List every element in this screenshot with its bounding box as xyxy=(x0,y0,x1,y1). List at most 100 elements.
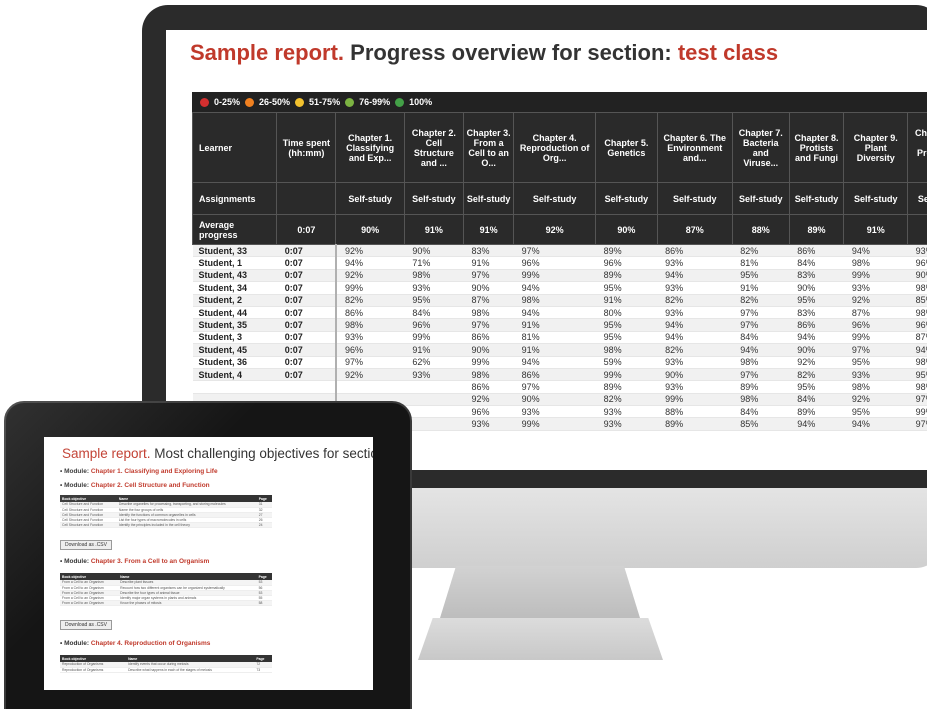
module-link[interactable]: Chapter 1. Classifying and Exploring Lif… xyxy=(91,468,218,475)
table-cell: Describe what happens in each of the sta… xyxy=(126,667,255,673)
legend-dot-icon xyxy=(395,97,405,107)
progress-cell: 93% xyxy=(657,256,733,270)
progress-cell: 97% xyxy=(732,368,790,382)
learner-name: Student, 3 xyxy=(192,331,277,345)
table-cell: Know the phases of mitosis xyxy=(118,600,257,606)
download-csv-button[interactable]: Download as .CSV xyxy=(60,540,112,550)
progress-cell: 90% xyxy=(789,343,844,357)
progress-cell: 95% xyxy=(843,405,908,419)
progress-cell: 86% xyxy=(463,380,514,394)
module-link[interactable]: Chapter 4. Reproduction of Organisms xyxy=(91,640,211,647)
progress-cell: 84% xyxy=(732,405,790,419)
progress-cell: 97% xyxy=(463,318,514,332)
table-row: Student, 35 0:07 98% 96% 97% 91% 95% 94% 97% 86% 9… xyxy=(192,318,927,332)
progress-cell: 84% xyxy=(789,256,844,270)
progress-cell: 94% xyxy=(657,318,733,332)
table-row: Cell Structure and Function Identify the … xyxy=(60,522,272,528)
table-cell: 24 xyxy=(256,522,272,528)
column-header-learner: Learner xyxy=(191,112,278,183)
table-cell: Reproduction of Organisms xyxy=(60,667,127,673)
progress-cell: 93% xyxy=(595,405,658,419)
objectives-table: Book objective Name Page Cell Structure and… xyxy=(60,495,272,528)
time-spent: 0:07 xyxy=(276,244,336,258)
progress-cell: 99% xyxy=(404,331,464,345)
progress-cell: 95% xyxy=(907,368,927,382)
assignments-row: Assignments Self-study Self-study Self-stud… xyxy=(191,182,927,215)
progress-cell: 98% xyxy=(843,256,908,270)
legend-label: 100% xyxy=(409,97,433,107)
monitor-stand-neck xyxy=(440,566,640,618)
progress-cell: 97% xyxy=(513,380,596,394)
progress-cell: 95% xyxy=(595,318,658,332)
progress-cell: 93% xyxy=(657,281,733,295)
progress-cell: 87% xyxy=(907,331,927,345)
table-row: 86%97%89%93%89%95%98%98% xyxy=(192,380,927,394)
progress-cell: 59% xyxy=(595,356,658,369)
column-header[interactable]: Chapter 10. Plant Processes an... xyxy=(907,112,927,183)
time-spent: 0:07 xyxy=(276,269,336,283)
progress-cell: 89% xyxy=(789,405,844,419)
progress-cell: 98% xyxy=(463,368,514,382)
title-main: Progress overview for section: xyxy=(344,40,678,65)
average-progress-row: Average progress 0:07 90% 91% 91% 92% 90% 87% 88… xyxy=(191,214,927,245)
progress-cell: 94% xyxy=(843,244,908,258)
column-header[interactable]: Chapter 4. Reproduction of Org... xyxy=(513,112,597,183)
learner-name: Student, 1 xyxy=(192,256,277,270)
progress-cell: 90% xyxy=(657,368,733,382)
progress-cell: 82% xyxy=(732,244,790,258)
legend-label: 26-50% xyxy=(259,97,291,107)
progress-cell: 97% xyxy=(843,343,908,357)
table-cell: Cell Structure and Function xyxy=(60,522,117,528)
assignment-cell: Self-study xyxy=(907,182,927,215)
table-header-row: Book objective Name Page xyxy=(60,495,272,502)
progress-cell: 94% xyxy=(513,356,596,369)
column-header[interactable]: Chapter 8. Protists and Fungi xyxy=(788,112,845,183)
column-header[interactable]: Chapter 2. Cell Structure and ... xyxy=(403,112,465,183)
progress-cell: 80% xyxy=(595,306,658,320)
progress-cell: 93% xyxy=(843,368,908,382)
progress-cell: 82% xyxy=(657,343,733,357)
module-heading: • Module: Chapter 1. Classifying and Exp… xyxy=(60,468,218,475)
progress-cell: 96% xyxy=(907,256,927,270)
tablet-page-title: Sample report. Most challenging objectiv… xyxy=(62,446,373,461)
learner-name: Student, 34 xyxy=(192,281,277,295)
column-header[interactable]: Chapter 6. The Environment and... xyxy=(656,112,733,183)
legend-dot-icon xyxy=(245,97,255,107)
progress-cell: 98% xyxy=(907,281,927,295)
table-row: Student, 43 0:07 92% 98% 97% 99% 89% 94% 95% 83% 9… xyxy=(192,269,927,283)
table-header: Name xyxy=(116,495,257,502)
module-prefix: • Module: xyxy=(60,482,91,489)
progress-cell: 99% xyxy=(513,269,596,283)
progress-cell: 85% xyxy=(732,417,790,431)
progress-cell xyxy=(404,393,464,407)
column-header[interactable]: Chapter 5. Genetics xyxy=(595,112,658,183)
progress-cell: 93% xyxy=(513,405,596,419)
download-csv-button[interactable]: Download as .CSV xyxy=(60,620,112,630)
table-header: Page xyxy=(256,573,272,580)
assignment-cell: Self-study xyxy=(403,182,465,215)
progress-cell: 93% xyxy=(404,281,464,295)
module-link[interactable]: Chapter 3. From a Cell to an Organism xyxy=(91,558,209,565)
progress-cell: 96% xyxy=(334,343,405,357)
average-cell: 89% xyxy=(788,214,845,245)
column-header[interactable]: Chapter 3. From a Cell to an O... xyxy=(463,112,515,183)
progress-cell: 94% xyxy=(843,417,908,431)
assignment-cell: Self-study xyxy=(788,182,845,215)
module-link[interactable]: Chapter 2. Cell Structure and Function xyxy=(91,482,210,489)
progress-cell: 92% xyxy=(843,294,908,307)
progress-cell: 90% xyxy=(463,343,514,357)
average-cell: 91% xyxy=(403,214,465,245)
column-header[interactable]: Chapter 9. Plant Diversity xyxy=(843,112,909,183)
progress-cell: 86% xyxy=(789,244,844,258)
progress-cell: 94% xyxy=(334,256,405,270)
table-row: Student, 33 0:07 92% 90% 83% 97% 89% 86% 82% 86% 9… xyxy=(192,244,927,258)
table-cell: Identify the principles included in the … xyxy=(116,522,257,528)
table-row: Student, 44 0:07 86% 84% 98% 94% 80% 93% 97% 83% 8… xyxy=(192,306,927,320)
progress-cell: 90% xyxy=(513,393,596,407)
time-spent xyxy=(276,380,336,394)
objectives-table: Book objective Name Page From a Cell to an … xyxy=(60,573,272,606)
progress-cell: 89% xyxy=(657,417,733,431)
column-header[interactable]: Chapter 1. Classifying and Exp... xyxy=(335,112,405,183)
column-header[interactable]: Chapter 7. Bacteria and Viruse... xyxy=(731,112,790,183)
progress-cell: 95% xyxy=(789,294,844,307)
